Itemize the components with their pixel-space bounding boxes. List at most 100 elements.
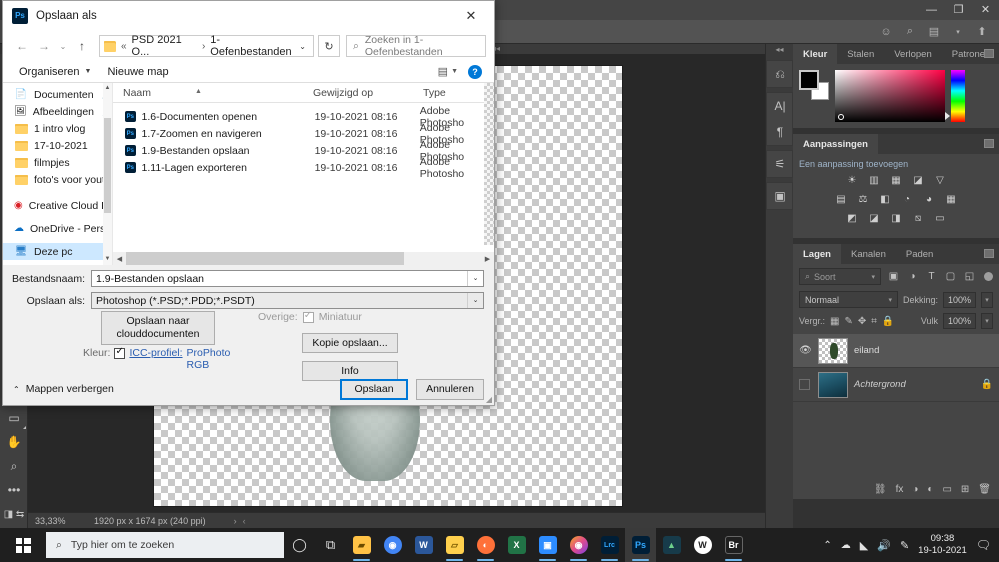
tab-verlopen[interactable]: Verlopen — [884, 44, 942, 64]
breadcrumb[interactable]: « PSD 2021 O... › 1-Oefenbestanden ⌄ — [99, 35, 314, 57]
filter-toggle-switch[interactable] — [984, 272, 993, 281]
tab-paden[interactable]: Paden — [896, 244, 943, 264]
nav-item-documenten[interactable]: 📄 Documenten 📌 — [3, 86, 112, 103]
file-list-vertical-scrollbar[interactable] — [484, 83, 494, 245]
save-copy-button[interactable]: Kopie opslaan... — [302, 333, 398, 353]
close-button[interactable]: ✕ — [972, 0, 999, 20]
zoom-tool[interactable]: ⌕ — [0, 454, 28, 478]
vibrance-icon[interactable]: ▽ — [933, 173, 948, 187]
new-folder-button[interactable]: Nieuwe map — [99, 66, 176, 78]
camtasia-icon[interactable]: ▲ — [656, 528, 687, 562]
color-picker-field[interactable] — [835, 70, 945, 122]
layer-row-achtergrond[interactable]: Achtergrond 🔒 — [793, 368, 999, 402]
status-expand-icon[interactable]: › — [206, 516, 237, 526]
help-icon[interactable]: ? — [468, 65, 482, 79]
scroll-right-icon[interactable]: ▶ — [481, 255, 494, 263]
panel-menu-icon[interactable] — [984, 139, 994, 148]
zoom-icon[interactable]: ▣ — [532, 528, 563, 562]
file-explorer-icon[interactable]: ▰ — [346, 528, 377, 562]
layer-visibility-toggle[interactable] — [799, 379, 812, 390]
file-list-horizontal-scrollbar[interactable]: ◀ ▶ — [113, 252, 494, 265]
lock-nesting-icon[interactable]: ⌗ — [871, 316, 877, 327]
view-layout-icon[interactable]: ▤▼ — [438, 65, 458, 78]
nav-item-afbeeldingen[interactable]: 🖼 Afbeeldingen 📌 — [3, 103, 112, 120]
delete-layer-icon[interactable]: 🗑 — [978, 484, 991, 495]
layer-visibility-icon[interactable]: 👁 — [799, 345, 812, 356]
chevron-down-icon[interactable]: ⌄ — [299, 42, 309, 51]
volume-icon[interactable]: 🔊 — [877, 539, 891, 552]
smartobject-filter-icon[interactable]: ◱ — [963, 271, 976, 282]
chrome-icon[interactable]: ◉ — [377, 528, 408, 562]
nav-item-17-10-2021[interactable]: 17-10-2021 — [3, 137, 112, 154]
nav-item-deze-pc[interactable]: 🖥 Deze pc — [3, 243, 112, 260]
lock-image-icon[interactable]: ✎ — [844, 316, 852, 327]
invert-icon[interactable]: ◩ — [845, 211, 860, 225]
resize-grip-icon[interactable]: ◢ — [486, 395, 492, 404]
photos-icon[interactable]: ◉ — [563, 528, 594, 562]
premiere-icon[interactable]: ▱ — [439, 528, 470, 562]
organize-button[interactable]: Organiseren ▼ — [11, 66, 99, 78]
search-icon[interactable]: ⌕ — [899, 23, 921, 41]
cortana-icon[interactable]: ◯ — [284, 528, 315, 562]
chevron-down-icon[interactable]: ▾ — [947, 23, 969, 41]
start-button[interactable] — [0, 528, 46, 562]
black-white-icon[interactable]: ◧ — [878, 192, 893, 206]
properties-icon[interactable]: ⚟ — [767, 151, 793, 177]
search-input[interactable]: ⌕ Zoeken in 1-Oefenbestanden — [346, 35, 486, 57]
layer-lock-icon[interactable]: 🔒 — [981, 379, 993, 390]
layer-filter-select[interactable]: ⌕ Soort ▾ — [799, 268, 881, 285]
forward-button[interactable]: → — [33, 35, 55, 57]
scrollbar-thumb[interactable] — [126, 252, 404, 265]
adjustment-layer-icon[interactable]: ◐ — [927, 484, 933, 495]
tab-kanalen[interactable]: Kanalen — [841, 244, 896, 264]
nav-item-creative-cloud-files[interactable]: ◉ Creative Cloud Fil — [3, 197, 112, 214]
cancel-button[interactable]: Annuleren — [416, 379, 484, 400]
zoom-level[interactable]: 33,33% — [28, 516, 86, 526]
lock-transparent-icon[interactable]: ▦ — [830, 316, 839, 327]
nav-item-filmpjes[interactable]: filmpjes — [3, 154, 112, 171]
icc-profile-checkbox[interactable] — [114, 348, 125, 359]
file-list-pane[interactable]: Naam ▲ Gewijzigd op Type Ps 1.6-Document… — [113, 83, 494, 265]
default-colors-icon[interactable]: ◨ ⇆ — [0, 502, 28, 526]
tab-aanpassingen[interactable]: Aanpassingen — [793, 134, 878, 154]
close-icon[interactable]: ✕ — [454, 1, 488, 31]
panel-menu-icon[interactable] — [984, 49, 994, 58]
navigation-pane[interactable]: 📄 Documenten 📌 🖼 Afbeeldingen 📌 1 intro … — [3, 83, 113, 265]
navigation-pane-scrollbar[interactable]: ▲ ▼ — [103, 83, 112, 265]
threshold-icon[interactable]: ◨ — [889, 211, 904, 225]
collapse-panels-icon[interactable]: ◂◂ — [766, 44, 793, 56]
type-filter-icon[interactable]: T — [925, 271, 938, 282]
scroll-up-icon[interactable]: ▲ — [103, 83, 112, 94]
breadcrumb-current[interactable]: 1-Oefenbestanden — [210, 34, 294, 58]
panel-menu-icon[interactable] — [984, 249, 994, 258]
taskbar-search-box[interactable]: ⌕ Typ hier om te zoeken — [46, 532, 284, 558]
fx-icon[interactable]: fx — [896, 484, 904, 495]
tab-kleur[interactable]: Kleur — [793, 44, 837, 64]
new-group-icon[interactable]: ▭ — [942, 484, 951, 495]
chevron-down-icon[interactable]: ⌄ — [467, 271, 483, 286]
color-balance-icon[interactable]: ⚖ — [856, 192, 871, 206]
photo-filter-icon[interactable]: ◔ — [900, 192, 915, 206]
maximize-button[interactable]: ❐ — [945, 0, 972, 20]
tab-stalen[interactable]: Stalen — [837, 44, 884, 64]
pixel-filter-icon[interactable]: ▣ — [887, 271, 900, 282]
recent-locations-button[interactable]: ⌄ — [55, 35, 71, 57]
crop-tool[interactable]: ▭ — [0, 406, 28, 430]
share-user-icon[interactable]: ☺ — [875, 23, 897, 41]
foreground-color-swatch[interactable] — [799, 70, 819, 90]
save-to-cloud-documents-button[interactable]: Opslaan naar clouddocumenten — [101, 311, 215, 345]
refresh-button[interactable]: ↻ — [318, 35, 340, 57]
minimize-button[interactable]: — — [918, 0, 945, 20]
fill-value[interactable]: 100% — [943, 313, 976, 329]
icc-profile-label[interactable]: ICC-profiel: — [129, 347, 182, 359]
blend-mode-select[interactable]: Normaal ▾ — [799, 291, 898, 308]
back-button[interactable]: ← — [11, 35, 33, 57]
word-icon[interactable]: W — [408, 528, 439, 562]
paragraph-icon[interactable]: ¶ — [767, 119, 793, 145]
new-layer-icon[interactable]: ⊞ — [961, 484, 969, 495]
column-header-naam[interactable]: Naam ▲ — [113, 87, 303, 99]
task-view-icon[interactable]: ⧉ — [315, 528, 346, 562]
exposure-icon[interactable]: ◪ — [911, 173, 926, 187]
bridge-icon[interactable]: Br — [718, 528, 749, 562]
link-layers-icon[interactable]: ⛓ — [874, 484, 887, 495]
